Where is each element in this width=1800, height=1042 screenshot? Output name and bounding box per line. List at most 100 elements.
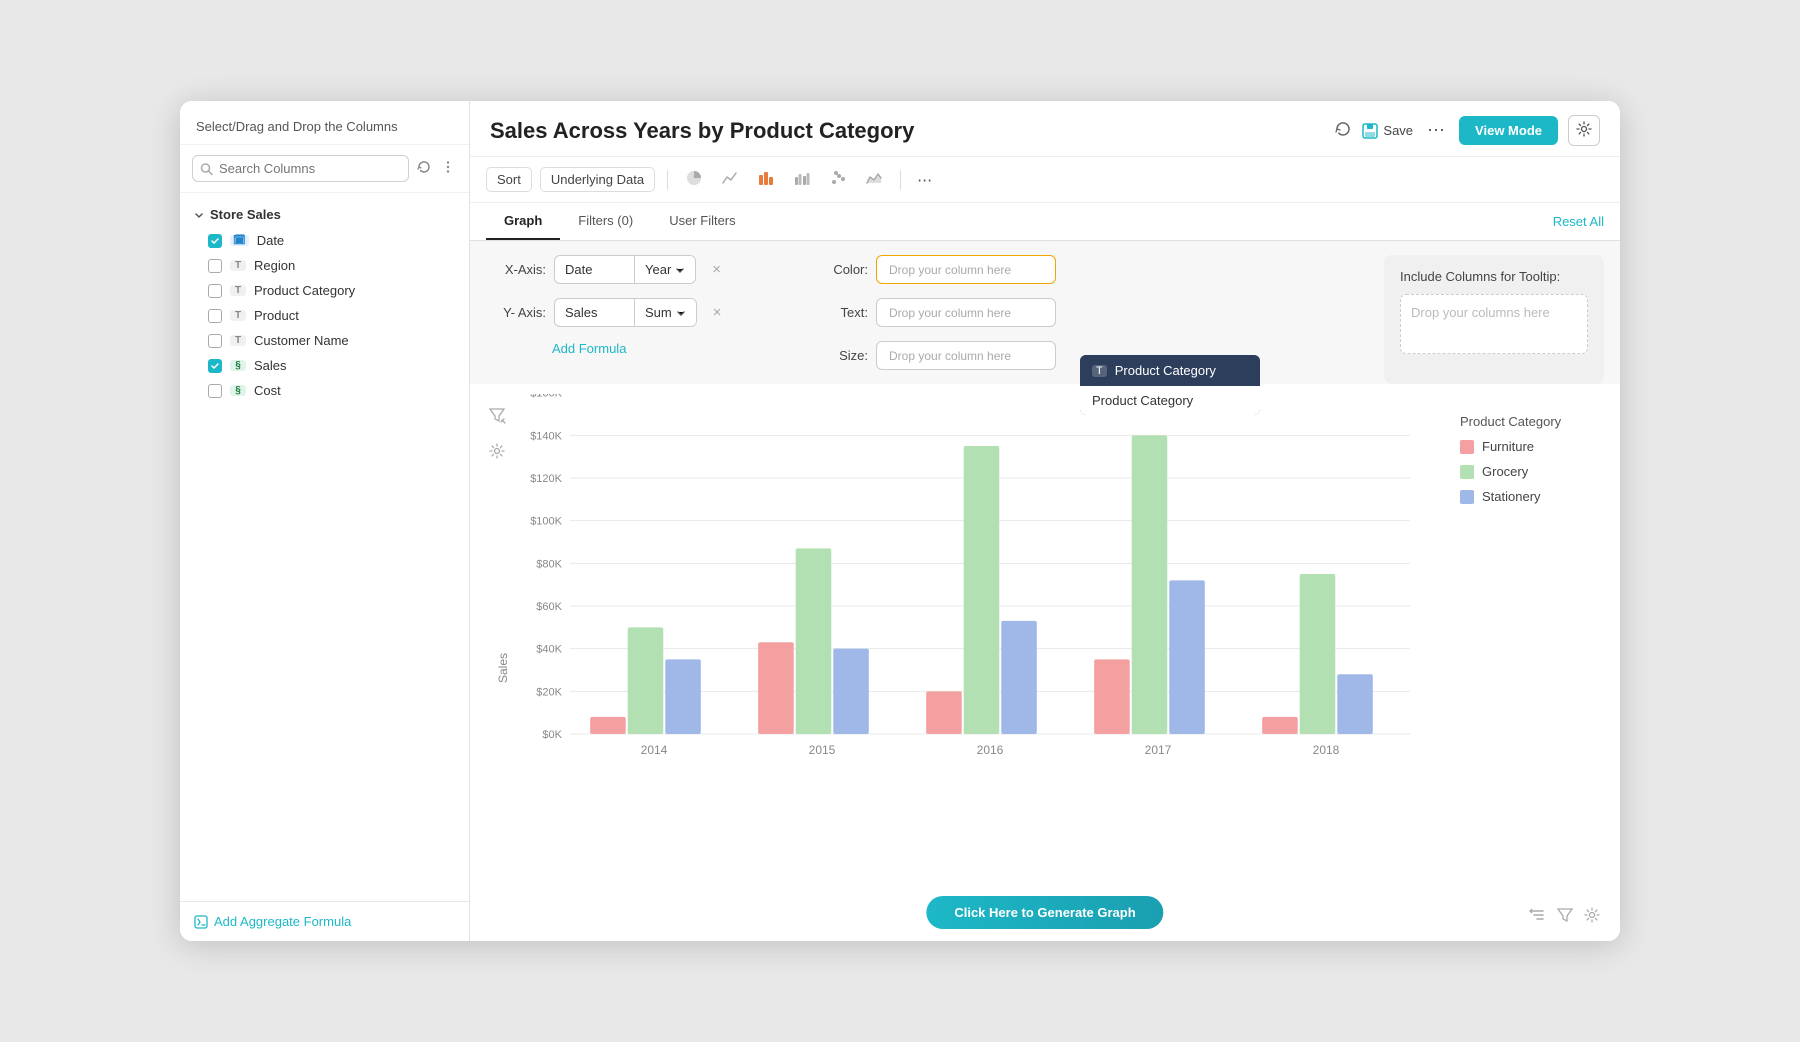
refresh-icon: [417, 160, 431, 174]
product-checkbox[interactable]: [208, 309, 222, 323]
customer-checkbox[interactable]: [208, 334, 222, 348]
product-cat-checkbox[interactable]: [208, 284, 222, 298]
underlying-data-btn[interactable]: Underlying Data: [540, 167, 655, 192]
scatter-icon: [829, 169, 847, 187]
y-axis-agg[interactable]: Sum: [635, 299, 696, 326]
svg-text:2017: 2017: [1145, 743, 1172, 757]
save-icon: [1361, 122, 1379, 140]
more-icon: [441, 160, 455, 174]
add-formula-btn[interactable]: Add Formula: [552, 341, 626, 356]
dropdown-header-label: Product Category: [1115, 363, 1216, 378]
color-drop-zone[interactable]: Drop your column here: [876, 255, 1056, 284]
sidebar-tree: Store Sales 🗓 Date T Region T Product Ca…: [180, 193, 469, 901]
text-drop-zone[interactable]: Drop your column here: [876, 298, 1056, 327]
y-axis-close-btn[interactable]: ×: [705, 300, 730, 325]
scatter-chart-btn[interactable]: [824, 165, 852, 194]
list-item[interactable]: T Region: [180, 253, 469, 278]
tab-graph[interactable]: Graph: [486, 203, 560, 240]
toolbar-more-btn[interactable]: ⋯: [913, 171, 936, 189]
axes-panel: X-Axis: Date Year × Y- Axis:: [470, 255, 810, 384]
legend-color-stationery: [1460, 490, 1474, 504]
settings-chart-btn[interactable]: [1584, 906, 1600, 927]
chevron-down-icon: [194, 210, 204, 220]
generate-graph-btn[interactable]: Click Here to Generate Graph: [926, 896, 1163, 929]
refresh-icon2: [1335, 121, 1351, 137]
dropdown-item[interactable]: Product Category: [1080, 386, 1260, 415]
settings-btn[interactable]: [1568, 115, 1600, 146]
tree-group-header[interactable]: Store Sales: [180, 201, 469, 228]
sidebar-footer: Add Aggregate Formula: [180, 901, 469, 941]
list-item[interactable]: § Cost: [180, 378, 469, 403]
cost-checkbox[interactable]: [208, 384, 222, 398]
search-input[interactable]: [192, 155, 409, 182]
view-mode-btn[interactable]: View Mode: [1459, 116, 1558, 145]
sort-chart-btn[interactable]: [1528, 906, 1546, 927]
svg-text:$120K: $120K: [530, 473, 562, 485]
add-aggregate-formula-btn[interactable]: Add Aggregate Formula: [194, 914, 351, 929]
grouped-bar-chart-btn[interactable]: [788, 165, 816, 194]
customer-type-badge: T: [230, 335, 246, 346]
grouped-bar-icon: [793, 169, 811, 187]
area-chart-btn[interactable]: [860, 165, 888, 194]
text-label: Text:: [826, 305, 868, 320]
date-label: Date: [257, 233, 284, 248]
area-chart-icon: [865, 169, 883, 187]
svg-text:$0K: $0K: [542, 729, 562, 741]
page-title: Sales Across Years by Product Category: [490, 118, 1323, 144]
region-label: Region: [254, 258, 295, 273]
legend-item-grocery: Grocery: [1460, 464, 1528, 479]
date-checkbox[interactable]: [208, 234, 222, 248]
tab-filters[interactable]: Filters (0): [560, 203, 651, 240]
pie-chart-btn[interactable]: [680, 165, 708, 194]
filter-chart-btn[interactable]: [1556, 906, 1574, 927]
product-label: Product: [254, 308, 299, 323]
sort-btn[interactable]: Sort: [486, 167, 532, 192]
sales-label: Sales: [254, 358, 287, 373]
sales-checkbox[interactable]: [208, 359, 222, 373]
main-header: Sales Across Years by Product Category S…: [470, 101, 1620, 157]
header-actions: Save ⋯ View Mode: [1335, 115, 1600, 146]
refresh-btn[interactable]: [1335, 121, 1351, 140]
x-axis-agg[interactable]: Year: [635, 256, 695, 283]
line-chart-icon: [721, 169, 739, 187]
x-axis-label: X-Axis:: [486, 262, 546, 277]
bar-chart-btn[interactable]: [752, 165, 780, 194]
region-checkbox[interactable]: [208, 259, 222, 273]
refresh-icon-btn[interactable]: [415, 158, 433, 179]
ellipsis-menu-btn[interactable]: ⋯: [1423, 120, 1449, 141]
main: Sales Across Years by Product Category S…: [470, 101, 1620, 941]
tooltip-drop-zone[interactable]: Drop your columns here: [1400, 294, 1588, 354]
bar-chart-icon: [757, 169, 775, 187]
list-item[interactable]: T Customer Name: [180, 328, 469, 353]
size-drop-zone[interactable]: Drop your column here: [876, 341, 1056, 370]
line-chart-btn[interactable]: [716, 165, 744, 194]
bar-chart-svg: $0K$20K$40K$60K$80K$100K$120K$140K$160K$…: [510, 394, 1440, 774]
chevron-down-icon3: [676, 308, 686, 318]
svg-text:$140K: $140K: [530, 430, 562, 442]
size-label: Size:: [826, 348, 868, 363]
list-item[interactable]: T Product: [180, 303, 469, 328]
save-btn[interactable]: Save: [1361, 122, 1413, 140]
filter-chart-icon: [1556, 906, 1574, 924]
svg-text:2016: 2016: [977, 743, 1004, 757]
list-item[interactable]: § Sales: [180, 353, 469, 378]
x-axis-close-btn[interactable]: ×: [704, 257, 729, 282]
reset-all-btn[interactable]: Reset All: [1553, 214, 1604, 229]
sidebar-header: Select/Drag and Drop the Columns: [180, 101, 469, 145]
gear-chart-icon: [1584, 907, 1600, 923]
toolbar-separator2: [900, 170, 901, 190]
region-type-badge: T: [230, 260, 246, 271]
more-icon-btn[interactable]: [439, 158, 457, 179]
product-type-badge: T: [230, 310, 246, 321]
formula-icon: [194, 915, 208, 929]
list-item[interactable]: T Product Category: [180, 278, 469, 303]
y-axis-row: Y- Axis: Sales Sum ×: [486, 298, 794, 327]
app-container: Select/Drag and Drop the Columns Store S…: [180, 101, 1620, 941]
svg-text:$40K: $40K: [536, 644, 562, 656]
sort-chart-icon: [1528, 906, 1546, 924]
product-cat-type-badge: T: [230, 285, 246, 296]
gear-icon: [1576, 121, 1592, 137]
tab-user-filters[interactable]: User Filters: [651, 203, 753, 240]
legend-color-furniture: [1460, 440, 1474, 454]
list-item[interactable]: 🗓 Date: [180, 228, 469, 253]
